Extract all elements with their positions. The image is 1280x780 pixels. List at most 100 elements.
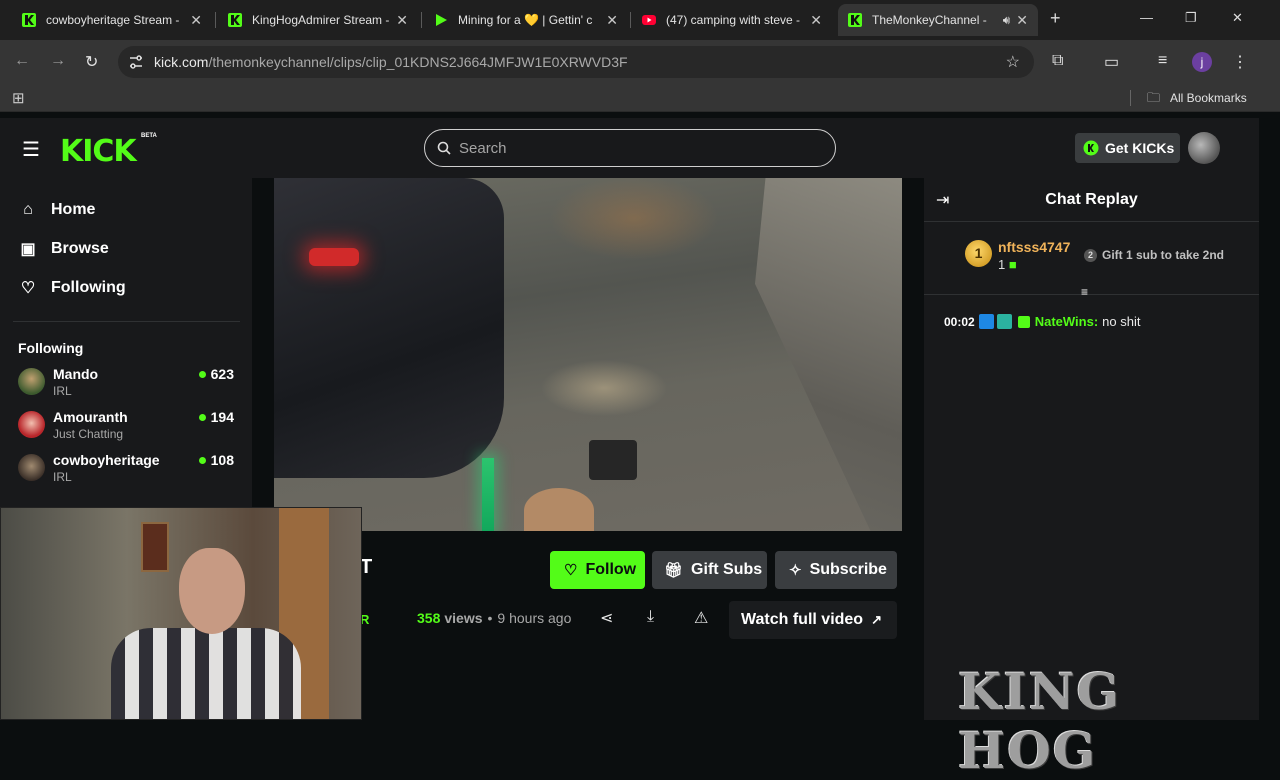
hamburger-menu-icon[interactable]: ☰ <box>22 137 40 162</box>
tab-divider <box>421 12 422 28</box>
sidebar-item-label: Home <box>51 200 96 218</box>
rank-badge-icon: 2 <box>1084 248 1097 262</box>
viewer-count: 108 <box>198 452 234 468</box>
youtube-favicon-icon <box>642 15 656 25</box>
browse-icon: ▣ <box>20 240 36 258</box>
chat-header: ⇥ Chat Replay <box>924 178 1259 222</box>
browser-tab-4[interactable]: (47) camping with steve - ✕ <box>632 4 832 36</box>
sidebar-item-home[interactable]: ⌂ Home <box>0 190 252 229</box>
kick-favicon-icon <box>848 13 862 27</box>
tab-title: TheMonkeyChannel - <box>872 13 987 27</box>
address-bar[interactable]: kick.com/themonkeychannel/clips/clip_01K… <box>118 46 1034 78</box>
following-header: Following <box>18 340 84 356</box>
webcam-wall-frame <box>141 522 169 572</box>
following-channel-amouranth[interactable]: Amouranth Just Chatting 194 <box>0 407 252 450</box>
page-scrollbar[interactable] <box>1259 118 1280 720</box>
live-dot-icon <box>198 456 206 464</box>
views-label: views <box>444 610 483 626</box>
reload-icon[interactable]: ↻ <box>85 52 98 72</box>
viewer-count: 623 <box>198 366 234 382</box>
site-settings-icon[interactable] <box>128 55 144 69</box>
badge-hammer-icon <box>978 314 994 329</box>
speaker-icon[interactable]: 🔊︎ <box>1003 13 1011 28</box>
sparkle-icon: ✧ <box>789 562 802 579</box>
webcam-person-shirt <box>111 628 301 719</box>
badge-months-icon <box>996 314 1012 329</box>
message-username[interactable]: NateWins: <box>1035 314 1098 329</box>
download-icon[interactable]: ⤓ <box>647 608 654 626</box>
browser-tab-3[interactable]: Mining for a 💛 | Gettin' c ✕ <box>424 4 628 36</box>
subscribe-button[interactable]: ✧ Subscribe <box>775 551 897 589</box>
browser-tab-2[interactable]: KingHogAdmirer Stream - ✕ <box>218 4 418 36</box>
back-icon[interactable]: ← <box>14 52 30 70</box>
channel-category: IRL <box>53 470 72 484</box>
gift-subs-button[interactable]: 🎁︎ Gift Subs <box>652 551 767 589</box>
new-tab-icon[interactable]: + <box>1050 8 1061 29</box>
search-icon <box>437 141 451 155</box>
watch-full-video-button[interactable]: Watch full video ↗ <box>729 601 897 639</box>
channel-name: Mando <box>53 366 99 382</box>
live-dot-icon <box>198 413 206 421</box>
get-kicks-button[interactable]: Get KICKs <box>1075 133 1180 163</box>
report-warning-icon[interactable]: ⚠ <box>694 608 708 628</box>
tab-title: cowboyheritage Stream - <box>46 13 180 27</box>
tab-divider <box>215 12 216 28</box>
video-scene-taillight <box>309 248 359 266</box>
video-scene-car <box>274 178 504 478</box>
menu-kebab-icon[interactable]: ⋮ <box>1232 52 1248 72</box>
close-tab-icon[interactable]: ✕ <box>810 12 822 29</box>
user-avatar[interactable] <box>1188 132 1220 164</box>
live-dot-icon <box>198 370 206 378</box>
meta-separator: • <box>487 610 493 626</box>
watch-full-label: Watch full video <box>741 611 864 628</box>
close-tab-icon[interactable]: ✕ <box>190 12 202 29</box>
browser-tab-1[interactable]: cowboyheritage Stream - ✕ <box>12 4 212 36</box>
close-tab-icon[interactable]: ✕ <box>1016 12 1028 29</box>
gift-count: 1 ■ <box>998 257 1017 272</box>
play-favicon-icon <box>436 14 447 26</box>
media-control-icon[interactable]: ≡ <box>1158 52 1167 70</box>
follow-button[interactable]: ♡ Follow <box>550 551 645 589</box>
kick-logo[interactable]: KICK <box>60 134 137 169</box>
gift-leaderboard: 1 nftsss4747 1 ■ 2 Gift 1 sub to take 2nd… <box>924 223 1259 299</box>
following-channel-cowboyheritage[interactable]: cowboyheritage IRL 108 <box>0 450 252 493</box>
profile-avatar[interactable]: j <box>1192 52 1212 72</box>
expand-leaderboard-icon[interactable]: ≡ <box>1081 285 1088 299</box>
home-icon: ⌂ <box>23 200 33 218</box>
forward-icon[interactable]: → <box>50 52 66 70</box>
heart-icon: ♡ <box>20 279 36 297</box>
beta-badge: BETA <box>141 133 157 139</box>
kick-header: ☰ KICK BETA Get KICKs <box>0 118 1260 178</box>
restore-icon[interactable]: ❐ <box>1185 10 1197 26</box>
video-scene-green-light <box>482 458 494 531</box>
sidebar-item-following[interactable]: ♡ Following <box>0 268 252 307</box>
minimize-icon[interactable]: — <box>1140 10 1153 25</box>
bookmark-star-icon[interactable]: ☆ <box>1006 52 1020 72</box>
top-gifter-username[interactable]: nftsss4747 <box>998 239 1070 255</box>
avatar <box>18 368 45 395</box>
video-scene-wall <box>755 178 902 531</box>
gift-to-rank-prompt[interactable]: 2 Gift 1 sub to take 2nd <box>1084 248 1224 262</box>
channel-name: Amouranth <box>53 409 128 425</box>
channel-category: IRL <box>53 384 72 398</box>
gift-icon: 🎁︎ <box>664 562 684 579</box>
sidebar-item-browse[interactable]: ▣ Browse <box>0 229 252 268</box>
close-tab-icon[interactable]: ✕ <box>396 12 408 29</box>
video-scene-handlebar <box>589 440 637 480</box>
all-bookmarks-link[interactable]: All Bookmarks <box>1170 91 1247 105</box>
extensions-icon[interactable]: ⧉ <box>1052 52 1063 70</box>
close-tab-icon[interactable]: ✕ <box>606 12 618 29</box>
clip-video-player[interactable] <box>274 178 902 531</box>
apps-grid-icon[interactable]: ⊞ <box>12 89 25 107</box>
following-channel-mando[interactable]: Mando IRL 623 <box>0 364 252 407</box>
search-input[interactable] <box>459 139 799 157</box>
subscribe-label: Subscribe <box>809 561 887 578</box>
webcam-person-head <box>179 548 245 634</box>
sidebar-divider <box>13 321 240 322</box>
gift-icon: ■ <box>1008 257 1017 272</box>
share-icon[interactable]: ⋖ <box>600 608 613 628</box>
cast-icon[interactable]: ▭ <box>1104 52 1119 72</box>
sidebar-item-label: Browse <box>51 239 109 257</box>
close-window-icon[interactable]: ✕ <box>1232 10 1243 26</box>
browser-tab-5-active[interactable]: TheMonkeyChannel - 🔊︎ ✕ <box>838 4 1038 36</box>
